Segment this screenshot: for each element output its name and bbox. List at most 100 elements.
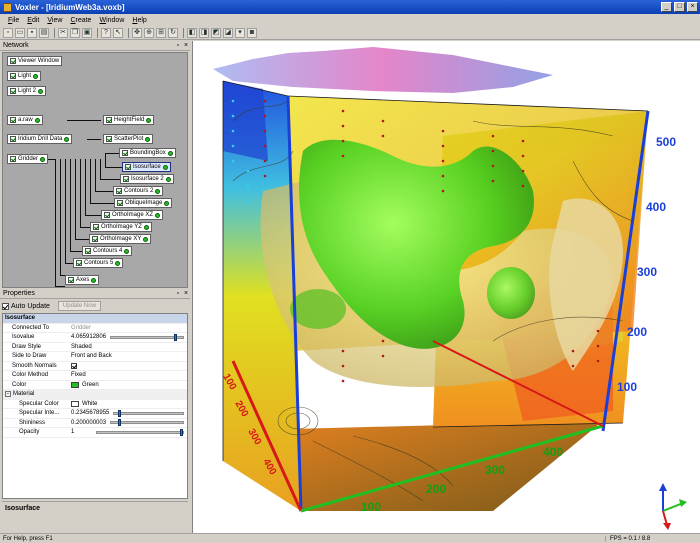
copy-icon[interactable]: ❐ xyxy=(70,27,80,38)
property-color-method[interactable]: Color Method Fixed xyxy=(3,371,187,381)
menu-window[interactable]: Window xyxy=(95,17,128,24)
port-icon[interactable] xyxy=(145,136,151,142)
port-icon[interactable] xyxy=(143,224,149,230)
maximize-button[interactable]: □ xyxy=(674,2,685,12)
node-checkbox[interactable] xyxy=(10,117,16,123)
minimize-button[interactable]: _ xyxy=(661,2,672,12)
port-icon[interactable] xyxy=(146,117,152,123)
zoom-extents-icon[interactable]: ⊞ xyxy=(156,27,166,38)
context-help-icon[interactable]: ↖ xyxy=(113,27,123,38)
update-now-button[interactable]: Update Now xyxy=(57,301,101,311)
port-icon[interactable] xyxy=(91,277,97,283)
node-contours-4[interactable]: Contours 4 xyxy=(82,246,133,256)
port-icon[interactable] xyxy=(64,136,70,142)
port-icon[interactable] xyxy=(38,88,44,94)
port-icon[interactable] xyxy=(40,156,46,162)
node-checkbox[interactable] xyxy=(85,248,91,254)
node-checkbox[interactable] xyxy=(106,136,112,142)
close-icon[interactable]: × xyxy=(182,42,190,49)
node-checkbox[interactable] xyxy=(10,58,16,64)
save-icon[interactable]: ▪ xyxy=(27,27,37,38)
node-checkbox[interactable] xyxy=(10,73,16,79)
voxler-app-icon[interactable] xyxy=(3,2,12,12)
view-top-icon[interactable]: ◨ xyxy=(199,27,209,38)
port-icon[interactable] xyxy=(124,248,130,254)
property-opacity[interactable]: Opacity 1 xyxy=(3,428,187,438)
viewer-window[interactable]: 500 400 300 200 100 100 200 300 400 100 … xyxy=(192,41,700,533)
slider-thumb[interactable] xyxy=(118,419,122,427)
menu-file[interactable]: File xyxy=(4,17,23,24)
node-checkbox[interactable] xyxy=(68,277,74,283)
node-orthoimage-xy[interactable]: OrthoImage XY xyxy=(89,234,152,244)
property-smooth-normals[interactable]: Smooth Normals xyxy=(3,362,187,371)
open-folder-icon[interactable]: ▭ xyxy=(15,27,25,38)
menu-view[interactable]: View xyxy=(43,17,66,24)
node-orthoimage-xz[interactable]: OrthoImage XZ xyxy=(101,210,164,220)
property-draw-style[interactable]: Draw Style Shaded xyxy=(3,343,187,352)
smooth-normals-checkbox[interactable] xyxy=(71,362,77,369)
view-dropdown-icon[interactable]: ▾ xyxy=(235,27,245,38)
slider-thumb[interactable] xyxy=(118,409,122,417)
zoom-icon[interactable]: ⊕ xyxy=(144,27,154,38)
node-orthoimage-yz[interactable]: OrthoImage YZ xyxy=(90,222,152,232)
pin-icon[interactable]: ▫ xyxy=(174,42,182,49)
new-file-icon[interactable]: ▫ xyxy=(3,27,13,38)
menu-create[interactable]: Create xyxy=(66,17,95,24)
node-checkbox[interactable] xyxy=(10,136,16,142)
help-icon[interactable]: ? xyxy=(101,27,111,38)
node-checkbox[interactable] xyxy=(10,88,16,94)
property-material-section[interactable]: − Material xyxy=(3,390,187,400)
node-checkbox[interactable] xyxy=(10,156,16,162)
property-color[interactable]: Color Green xyxy=(3,381,187,390)
port-icon[interactable] xyxy=(162,164,168,170)
node-checkbox[interactable] xyxy=(125,164,131,170)
port-icon[interactable] xyxy=(167,150,173,156)
port-icon[interactable] xyxy=(164,200,170,206)
view-side-icon[interactable]: ◩ xyxy=(211,27,221,38)
property-specular-intensity[interactable]: Specular Inte... 0.2345678955 xyxy=(3,409,187,419)
isovalue-slider[interactable] xyxy=(110,333,184,341)
node-checkbox[interactable] xyxy=(93,224,99,230)
node-light-2[interactable]: Light 2 xyxy=(7,86,47,96)
node-contours-5[interactable]: Contours 5 xyxy=(73,258,124,268)
node-checkbox[interactable] xyxy=(104,212,110,218)
property-isovalue[interactable]: Isovalue 4.065912806 xyxy=(3,333,187,343)
port-icon[interactable] xyxy=(33,73,39,79)
property-side-to-draw[interactable]: Side to Draw Front and Back xyxy=(3,352,187,362)
network-canvas[interactable]: Viewer Window Light Light 2 a.raw Height… xyxy=(2,52,188,288)
shininess-slider[interactable] xyxy=(110,419,184,427)
property-shininess[interactable]: Shininess 0.200000003 xyxy=(3,419,187,428)
pin-icon[interactable]: ▫ xyxy=(174,290,182,297)
node-checkbox[interactable] xyxy=(122,150,128,156)
view-front-icon[interactable]: ◧ xyxy=(187,27,197,38)
color-swatch[interactable] xyxy=(71,381,79,388)
3d-scene[interactable]: 500 400 300 200 100 100 200 300 400 100 … xyxy=(193,41,700,533)
node-iridium-drill-data[interactable]: Iridium Drill Data xyxy=(7,134,73,144)
paste-icon[interactable]: ▣ xyxy=(82,27,92,38)
port-icon[interactable] xyxy=(115,260,121,266)
print-icon[interactable]: ▤ xyxy=(39,27,49,38)
property-connected-to[interactable]: Connected To Gridder xyxy=(3,324,187,333)
node-checkbox[interactable] xyxy=(76,260,82,266)
port-icon[interactable] xyxy=(34,117,40,123)
property-specular-color[interactable]: Specular Color White xyxy=(3,400,187,409)
menu-edit[interactable]: Edit xyxy=(23,17,43,24)
port-icon[interactable] xyxy=(143,236,149,242)
cut-icon[interactable]: ✂ xyxy=(58,27,68,38)
rotate-icon[interactable]: ↻ xyxy=(168,27,178,38)
camera-icon[interactable]: ◙ xyxy=(247,27,257,38)
node-checkbox[interactable] xyxy=(117,200,123,206)
node-heightfield[interactable]: HeightField xyxy=(103,115,155,125)
node-viewer-window[interactable]: Viewer Window xyxy=(7,56,63,66)
opacity-slider[interactable] xyxy=(96,428,184,436)
node-isosurface[interactable]: Isosurface xyxy=(122,162,171,172)
close-button[interactable]: × xyxy=(687,2,698,12)
slider-thumb[interactable] xyxy=(180,428,184,436)
node-obliqueimage[interactable]: ObliqueImage xyxy=(114,198,173,208)
pan-icon[interactable]: ✥ xyxy=(132,27,142,38)
color-swatch[interactable] xyxy=(71,400,79,407)
close-icon[interactable]: × xyxy=(182,290,190,297)
node-checkbox[interactable] xyxy=(106,117,112,123)
node-a-raw[interactable]: a.raw xyxy=(7,115,43,125)
menu-help[interactable]: Help xyxy=(128,17,150,24)
